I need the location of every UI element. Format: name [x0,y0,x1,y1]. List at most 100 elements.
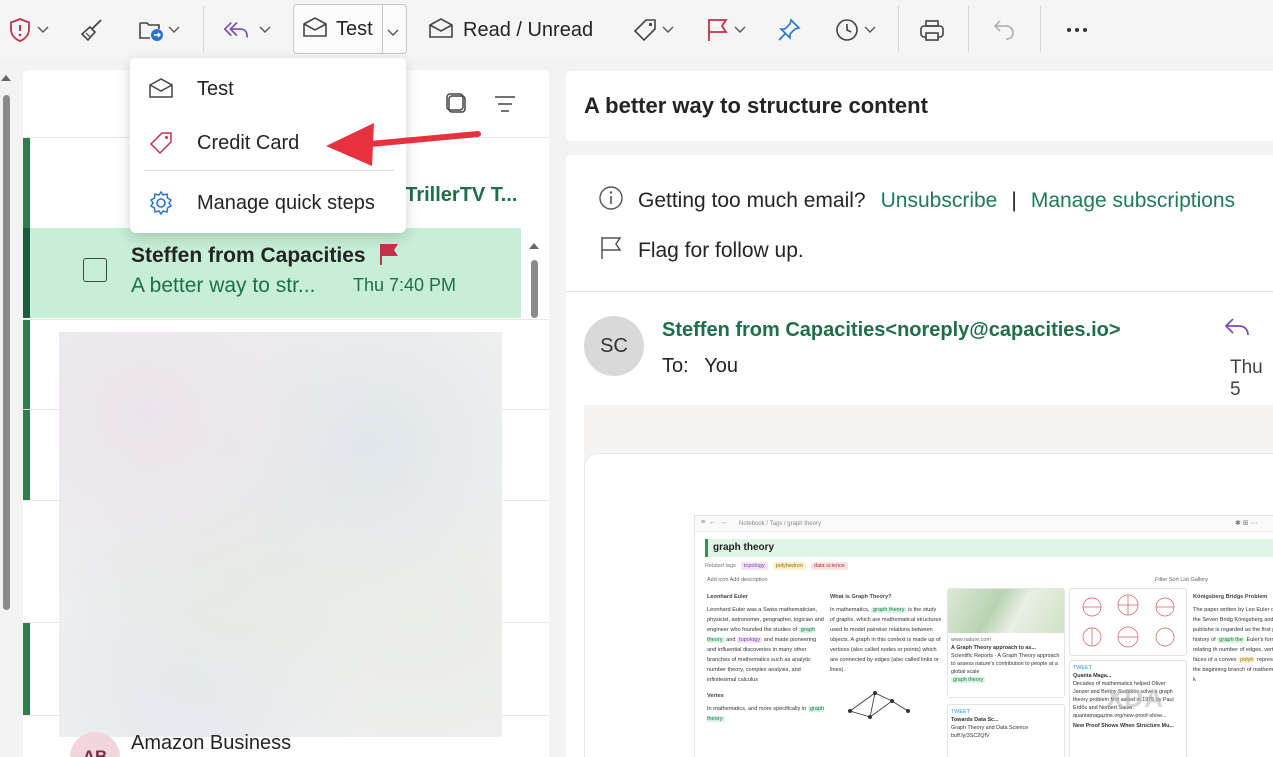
row-subject: A better way to str... [131,274,316,297]
toolbar-divider [968,6,969,52]
snooze-button[interactable] [833,10,879,50]
note-euler: Leonhard Euler Leonhard Euler was a Swis… [707,594,825,722]
shield-alert-icon [6,16,34,44]
subject-header: A better way to structure content [566,71,1273,141]
filter-icon[interactable] [493,92,517,121]
menu-icon: ≡ ← → [701,519,727,526]
read-unread-label: Read / Unread [463,18,594,41]
categorize-button[interactable] [631,10,677,50]
chevron-down-icon[interactable] [387,24,399,42]
reply-all-button[interactable] [222,10,274,50]
print-button[interactable] [918,10,946,50]
tag-badge: polyhedron [772,562,806,570]
printer-icon [918,16,946,44]
message-date: Thu 5 [1230,357,1263,400]
sweep-button[interactable] [78,10,106,50]
network-image [1069,588,1187,656]
reply-all-icon [222,16,250,44]
graph-diagram-icon [848,691,910,719]
blurred-messages [59,332,502,737]
selected-message-row[interactable]: Steffen from Capacities A better way to … [23,228,521,318]
embedded-actions: Add icon Add description [707,577,768,583]
move-to-button[interactable] [137,10,183,50]
avatar[interactable]: SC [584,316,644,376]
folder-pane-scrollbar[interactable] [3,95,10,610]
ribbon-toolbar: Test Read / Unread [0,0,1273,60]
unread-indicator [23,320,30,410]
quick-step-label: Test [336,18,373,40]
embedded-title: graph theory [713,542,775,553]
unsubscribe-link[interactable]: Unsubscribe [881,189,998,213]
flag-notice[interactable]: Flag for follow up. [598,235,804,267]
link-card: www.nature.com A Graph Theory approach t… [947,588,1065,698]
broom-icon [78,16,106,44]
clock-icon [833,16,861,44]
unread-indicator [23,623,30,715]
embedded-screenshot: ≡ ← → Notebook / Tags / graph theory ✱ ⊞… [694,515,1273,757]
more-options-button[interactable] [1063,10,1091,50]
row-time: Thu 7:40 PM [353,275,457,295]
toolbar-icons: ✱ ⊞ ⋯ [1235,520,1258,527]
reading-pane: Getting too much email? Unsubscribe | Ma… [566,155,1273,757]
gear-icon [148,190,174,216]
toolbar-divider [898,6,899,52]
report-button[interactable] [6,10,52,50]
info-icon [598,185,624,217]
toolbar-divider [1040,6,1041,52]
chevron-down-icon[interactable] [861,16,879,44]
notice-text: Getting too much email? [638,189,866,212]
row-checkbox[interactable] [83,258,107,282]
envelope-icon [148,76,174,102]
tag-badge: topology [740,562,768,570]
unread-indicator [23,410,30,500]
subscription-notice: Getting too much email? Unsubscribe | Ma… [598,185,1235,217]
tweet-card: TWEET Towards Data Sc... Graph Theory an… [947,704,1065,757]
quick-step-main[interactable]: Test [302,16,373,43]
tag-icon [148,130,174,156]
chevron-down-icon[interactable] [34,16,52,44]
pin-button[interactable] [775,10,803,50]
quick-step-split-button[interactable]: Test [293,4,407,54]
flag-filled-icon[interactable] [378,242,400,271]
embedded-toolbar: Filter Sort List Gallery [1155,577,1208,583]
menu-item-test[interactable]: Test [130,64,406,114]
recipient-line: To: You [662,355,738,377]
more-horizontal-icon [1063,16,1091,44]
flag-icon [703,16,731,44]
scroll-up-arrow-icon[interactable] [0,70,12,88]
breadcrumb: Notebook / Tags / graph theory [739,521,821,527]
unread-indicator [23,138,30,228]
manage-subscriptions-link[interactable]: Manage subscriptions [1031,189,1235,213]
row-sender[interactable]: Amazon Business [131,732,291,755]
select-mode-icon[interactable] [445,92,469,121]
chevron-down-icon[interactable] [165,16,183,44]
scroll-up-arrow-icon[interactable] [528,238,540,256]
note-konigsberg: Königsberg Bridge Problem The paper writ… [1193,594,1273,683]
pin-icon [775,16,803,44]
chevron-down-icon[interactable] [256,16,274,44]
read-unread-button[interactable]: Read / Unread [428,10,593,50]
note-graph-theory: What is Graph Theory? In mathematics, gr… [830,592,942,733]
separator: | [1011,189,1017,212]
envelope-icon [302,16,328,43]
undo-button[interactable] [990,10,1018,50]
envelope-open-icon [428,17,454,44]
card-image [948,589,1064,633]
folder-move-icon [137,16,165,44]
tag-icon [631,16,659,44]
reply-icon[interactable] [1222,315,1252,344]
flag-icon [598,235,624,267]
sender-address[interactable]: Steffen from Capacities<noreply@capaciti… [662,319,1121,342]
row-sender: Steffen from Capacities [131,244,366,267]
menu-item-manage-quick-steps[interactable]: Manage quick steps [130,178,406,228]
chevron-down-icon[interactable] [659,16,677,44]
chevron-down-icon[interactable] [731,16,749,44]
undo-icon [990,16,1018,44]
annotation-arrow-icon [326,123,481,166]
network-graphs-icon [1082,594,1175,648]
page-title: A better way to structure content [584,93,928,118]
message-list-scrollbar[interactable] [531,260,538,318]
flag-button[interactable] [703,10,749,50]
tag-badge: data science [810,562,848,570]
partial-row-text[interactable]: ; TrillerTV T... [393,184,517,207]
